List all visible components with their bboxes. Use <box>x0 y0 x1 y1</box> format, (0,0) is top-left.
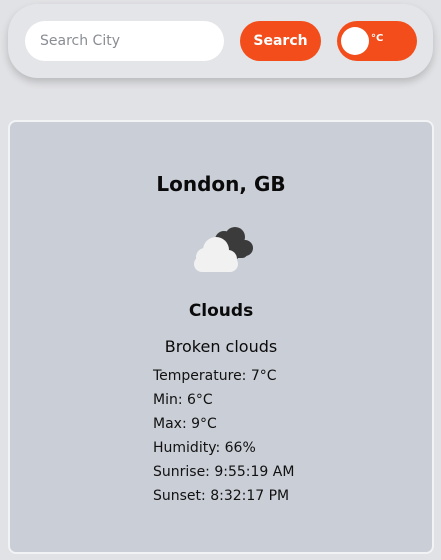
search-input[interactable] <box>25 21 224 61</box>
sunrise-row: Sunrise: 9:55:19 AM <box>153 464 295 480</box>
max-temperature-row: Max: 9°C <box>153 416 217 432</box>
weather-card: London, GB Clouds Broken clouds Temperat… <box>8 120 434 554</box>
search-bar: Search °C <box>8 4 433 78</box>
humidity-row: Humidity: 66% <box>153 440 256 456</box>
sunset-row: Sunset: 8:32:17 PM <box>153 488 290 504</box>
weather-details: Temperature: 7°C Min: 6°C Max: 9°C Humid… <box>153 364 294 508</box>
location-title: London, GB <box>156 172 286 196</box>
min-temperature-row: Min: 6°C <box>153 392 213 408</box>
weather-description: Broken clouds <box>164 337 278 356</box>
search-button[interactable]: Search <box>240 21 321 61</box>
unit-toggle-label: °C <box>371 33 384 44</box>
temperature-row: Temperature: 7°C <box>153 368 277 384</box>
weather-condition: Clouds <box>188 301 254 321</box>
unit-toggle[interactable]: °C <box>337 21 417 61</box>
toggle-knob[interactable] <box>341 27 369 55</box>
broken-clouds-icon <box>194 227 253 272</box>
